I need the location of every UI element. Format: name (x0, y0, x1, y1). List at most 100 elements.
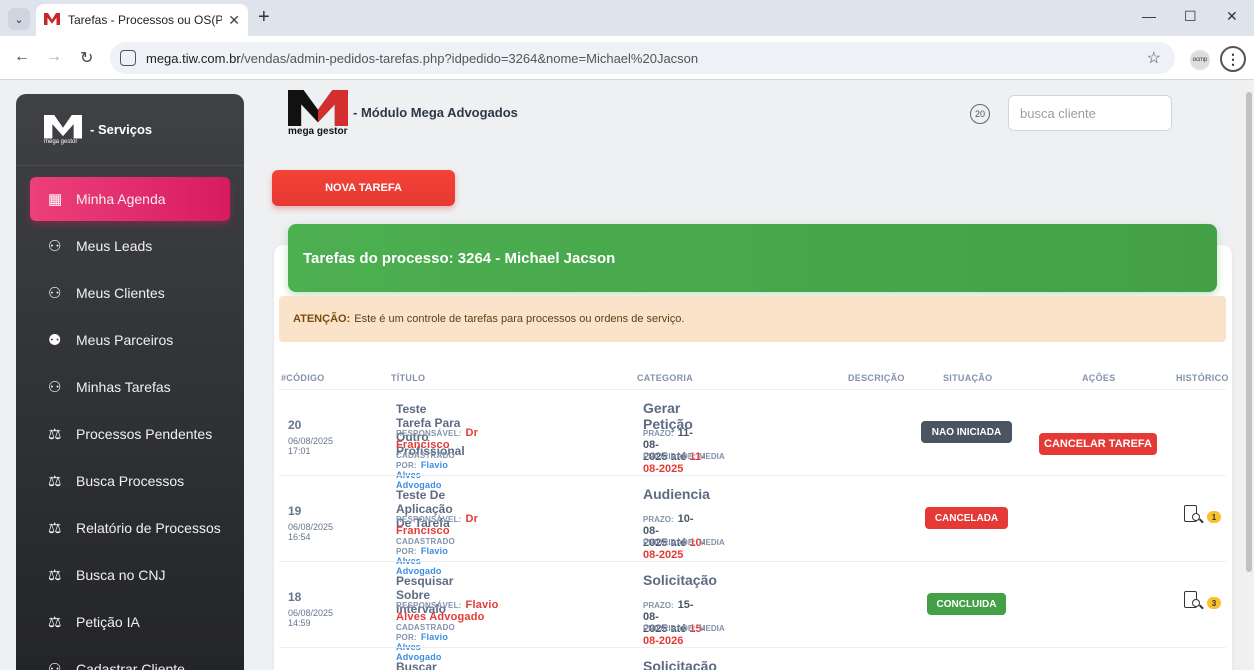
prioridade-value: MEDIA (698, 538, 725, 547)
task-category: Audiencia (643, 486, 710, 502)
sidebar-item-label: Minha Agenda (76, 191, 166, 207)
task-responsavel: RESPONSÁVEL: Dr Francisco (396, 427, 478, 451)
sidebar-item-label: Relatório de Processos (76, 520, 221, 536)
responsavel-label: RESPONSÁVEL: (396, 515, 462, 524)
prioridade-value: MEDIA (698, 624, 725, 633)
browser-menu-icon[interactable]: ⋮ (1220, 46, 1246, 72)
header-divider (279, 389, 1226, 390)
user-task-icon: ⚇ (48, 379, 62, 396)
address-bar[interactable]: mega.tiw.com.br/vendas/admin-pedidos-tar… (110, 42, 1175, 74)
user-plus-icon: ⚇ (48, 661, 62, 670)
header-categoria: CATEGORIA (637, 373, 694, 383)
sidebar-item-label: Petição IA (76, 614, 140, 630)
task-date: 06/08/2025 16:54 (288, 522, 334, 542)
scrollbar-thumb[interactable] (1246, 92, 1252, 572)
module-title: - Módulo Mega Advogados (353, 105, 518, 120)
header-acoes: AÇÕES (1082, 373, 1116, 383)
back-arrow-icon[interactable]: ← (14, 48, 30, 66)
mega-gestor-logo-icon: mega gestor (288, 90, 348, 138)
history-count-badge: 1 (1207, 511, 1221, 523)
history-icon[interactable] (1184, 505, 1204, 525)
task-cadastrado-por: CADASTRADO POR: Flavio Alves Advogado (396, 623, 455, 662)
user-icon: ⚇ (48, 285, 62, 302)
status-badge: NAO INICIADA (921, 421, 1012, 443)
task-code: 18 (288, 590, 302, 604)
task-cadastrado-por: CADASTRADO POR: Flavio Alves Advogado (396, 537, 455, 576)
task-category: Solicitação (643, 572, 717, 588)
prazo-label: PRAZO: (643, 429, 674, 438)
sidebar-item-6[interactable]: ⚖ Busca Processos (30, 459, 230, 503)
reload-icon[interactable]: ↻ (80, 48, 93, 68)
sidebar-item-label: Meus Parceiros (76, 332, 174, 348)
new-task-button[interactable]: NOVA TAREFA (272, 170, 455, 206)
sidebar-item-0[interactable]: ▦ Minha Agenda (30, 177, 230, 221)
maximize-icon[interactable]: ☐ (1184, 8, 1197, 25)
task-prazo: PRAZO: 11-08-2025 até 11-08-2025 (643, 427, 705, 475)
task-responsavel: RESPONSÁVEL: Dr Francisco (396, 513, 478, 537)
sidebar-brand[interactable]: - Serviços (16, 94, 244, 166)
task-prioridade: PRIORIDADE: MEDIA (643, 538, 725, 547)
header-situacao: SITUAÇÃO (943, 373, 993, 383)
new-tab-button[interactable]: + (258, 6, 270, 29)
calendar-icon: ▦ (48, 191, 63, 208)
sidebar-item-label: Busca Processos (76, 473, 185, 489)
notifications-icon[interactable]: 20 (970, 104, 990, 124)
logo-caption: mega gestor (288, 126, 348, 137)
sidebar-item-10[interactable]: ⚇ Cadastrar Cliente (30, 647, 230, 670)
sidebar-brand-text: - Serviços (90, 122, 153, 137)
user-gear-icon: ⚇ (48, 238, 62, 255)
task-prioridade: PRIORIDADE: MEDIA (643, 452, 725, 461)
browser-tab-bar: ⌄ Tarefas - Processos ou OS(Pedid ✕ + — … (0, 0, 1254, 36)
task-prazo: PRAZO: 10-08-2025 até 10-08-2025 (643, 513, 705, 561)
window-close-icon[interactable]: ✕ (1226, 8, 1238, 25)
client-search-input[interactable] (1008, 95, 1172, 131)
sidebar-item-label: Processos Pendentes (76, 426, 213, 442)
task-date: 06/08/2025 14:59 (288, 608, 334, 628)
tab-close-icon[interactable]: ✕ (228, 12, 240, 29)
gavel-icon: ⚖ (48, 567, 62, 584)
header-titulo: TÍTULO (391, 373, 426, 383)
browser-toolbar: ← → ↻ mega.tiw.com.br/vendas/admin-pedid… (0, 36, 1254, 80)
url-text: mega.tiw.com.br/vendas/admin-pedidos-tar… (146, 50, 699, 66)
header-codigo: #CÓDIGO (281, 373, 325, 383)
history-icon[interactable] (1184, 591, 1204, 611)
prazo-label: PRAZO: (643, 601, 674, 610)
panel-title: Tarefas do processo: 3264 - Michael Jacs… (288, 224, 1217, 292)
alert-strong: ATENÇÃO: (293, 313, 351, 325)
gavel-icon: ⚖ (48, 614, 62, 631)
tab-search-button[interactable]: ⌄ (8, 8, 30, 30)
browser-tab[interactable]: Tarefas - Processos ou OS(Pedid ✕ (36, 4, 248, 36)
task-cadastrado-por: CADASTRADO POR: Flavio Alves Advogado (396, 451, 455, 490)
status-badge: CANCELADA (925, 507, 1008, 529)
prioridade-value: MEDIA (698, 452, 725, 461)
sidebar-item-label: Cadastrar Cliente (76, 661, 185, 670)
prioridade-label: PRIORIDADE: (643, 624, 696, 633)
sidebar-item-8[interactable]: ⚖ Busca no CNJ (30, 553, 230, 597)
bookmark-star-icon[interactable]: ☆ (1147, 48, 1161, 68)
status-badge: CONCLUIDA (927, 593, 1006, 615)
sidebar-item-1[interactable]: ⚇ Meus Leads (30, 224, 230, 268)
sidebar-item-label: Meus Clientes (76, 285, 165, 301)
mega-gestor-logo-icon (44, 115, 82, 145)
sidebar-item-9[interactable]: ⚖ Petição IA (30, 600, 230, 644)
task-category: Solicitação (643, 658, 717, 670)
cancel-task-button[interactable]: CANCELAR TAREFA (1039, 433, 1157, 455)
tab-title: Tarefas - Processos ou OS(Pedid (68, 13, 223, 27)
extension-icon[interactable]: ocmp (1190, 50, 1210, 70)
sidebar-item-4[interactable]: ⚇ Minhas Tarefas (30, 365, 230, 409)
sidebar-item-2[interactable]: ⚇ Meus Clientes (30, 271, 230, 315)
row-divider (279, 561, 1226, 562)
sidebar-item-3[interactable]: ⚉ Meus Parceiros (30, 318, 230, 362)
site-info-icon[interactable] (120, 50, 136, 66)
forward-arrow-icon[interactable]: → (46, 48, 62, 66)
task-prazo: PRAZO: 15-08-2025 até 15-08-2026 (643, 599, 705, 647)
task-title[interactable]: Buscar Documentação (396, 660, 482, 670)
minimize-icon[interactable]: — (1142, 8, 1156, 24)
gavel-icon: ⚖ (48, 473, 62, 490)
task-code: 20 (288, 418, 302, 432)
header-descricao: DESCRIÇÃO (848, 373, 905, 383)
sidebar-item-7[interactable]: ⚖ Relatório de Processos (30, 506, 230, 550)
sidebar-item-5[interactable]: ⚖ Processos Pendentes (30, 412, 230, 456)
gavel-icon: ⚖ (48, 520, 62, 537)
attention-alert: ATENÇÃO: Este é um controle de tarefas p… (279, 296, 1226, 342)
